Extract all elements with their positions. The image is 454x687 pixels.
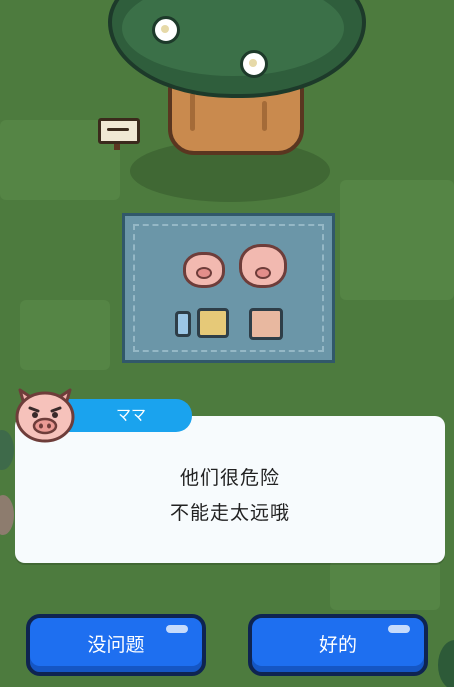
bush — [438, 640, 454, 687]
choice-label: 没问题 — [87, 634, 145, 656]
pig-sprite[interactable] — [239, 244, 287, 288]
dialog-box: 他们很危险 不能走太远哦 — [15, 416, 445, 563]
picnic-basket-icon[interactable] — [249, 308, 283, 340]
picnic-mat — [122, 213, 335, 363]
button-shine — [166, 625, 188, 633]
signboard[interactable] — [98, 118, 140, 144]
side-character — [0, 495, 14, 535]
grass-patch — [340, 180, 454, 300]
flower-icon — [240, 50, 268, 78]
choice-label: 好的 — [318, 634, 357, 656]
choice-button-okay[interactable]: 好的 — [248, 614, 428, 676]
pig-mom-avatar-icon — [15, 388, 75, 443]
button-shine — [388, 625, 410, 633]
game-scene — [0, 0, 454, 687]
grass-patch — [20, 300, 110, 370]
piglet-sprite[interactable] — [183, 252, 225, 288]
lunchbox-icon[interactable] — [197, 308, 229, 338]
dialog-line-2: 不能走太远哦 — [169, 502, 290, 524]
grass-patch — [330, 560, 440, 610]
flower-icon — [152, 16, 180, 44]
bottle-icon[interactable] — [175, 311, 191, 337]
dialog-line-1: 他们很危险 — [179, 467, 280, 489]
choice-button-no-problem[interactable]: 没问题 — [26, 614, 206, 676]
